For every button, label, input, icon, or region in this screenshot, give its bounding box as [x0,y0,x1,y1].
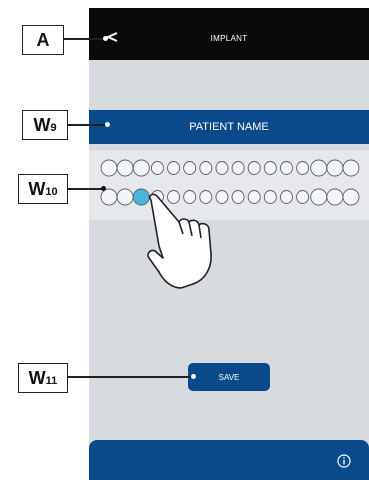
tooth-chart[interactable] [89,150,369,220]
pointing-hand-icon [147,193,212,289]
callout-label-w9: W9 [22,110,68,140]
tooth-upper-2[interactable] [116,159,134,177]
tooth-upper-5[interactable] [167,161,180,175]
callout-w11-letter: W [28,368,46,388]
tooth-lower-11[interactable] [263,190,277,204]
callout-label-a: A [22,25,64,55]
tooth-lower-15[interactable] [326,188,344,206]
tooth-lower-13[interactable] [296,190,310,204]
tooth-upper-10[interactable] [247,161,261,175]
tooth-upper-7[interactable] [199,161,213,175]
tooth-lower-2[interactable] [116,188,134,206]
screen-title: IMPLANT [210,34,248,43]
top-bar: IMPLANT [89,8,369,60]
tooth-upper-14[interactable] [310,159,328,177]
callout-label-w10: W10 [18,174,68,204]
tooth-upper-1[interactable] [100,159,118,177]
tooth-upper-3[interactable] [132,159,150,177]
tooth-lower-10[interactable] [247,190,261,204]
tooth-upper-13[interactable] [296,161,310,175]
tooth-lower-9[interactable] [231,190,245,204]
callout-w10-line [67,188,103,190]
tooth-upper-8[interactable] [215,161,229,175]
info-icon[interactable] [337,454,351,468]
callout-w9-letter: W [33,115,51,135]
callout-w9-line [67,124,107,126]
tooth-chart-svg[interactable] [89,150,369,220]
tooth-upper-9[interactable] [231,161,245,175]
callout-a-dot [103,36,108,41]
tooth-lower-16[interactable] [342,188,360,206]
tooth-upper-6[interactable] [183,161,197,175]
bottom-bar [89,440,369,480]
tooth-upper-4[interactable] [150,161,164,175]
tooth-upper-16[interactable] [342,159,360,177]
callout-w11-sub: 11 [45,375,58,387]
tooth-upper-11[interactable] [263,161,277,175]
tooth-upper-12[interactable] [280,161,293,175]
callout-a-line [63,38,105,40]
tooth-upper-15[interactable] [326,159,344,177]
callout-w11-dot [191,374,196,379]
app-screen: IMPLANT PATIENT NAME SAVE [89,8,369,480]
callout-w11-line [67,376,193,378]
tooth-lower-12[interactable] [280,190,293,204]
save-button[interactable]: SAVE [188,363,270,391]
callout-w10-sub: 10 [45,186,58,198]
patient-name-label: PATIENT NAME [189,121,269,133]
patient-name-bar[interactable]: PATIENT NAME [89,110,369,144]
tooth-lower-1[interactable] [100,188,118,206]
callout-w10-dot [101,186,106,191]
callout-w10-letter: W [28,179,46,199]
callout-label-w11: W11 [18,363,68,393]
callout-a-letter: A [36,30,50,50]
callout-w9-dot [105,122,110,127]
callout-w9-sub: 9 [50,122,57,134]
tooth-lower-14[interactable] [310,188,328,206]
